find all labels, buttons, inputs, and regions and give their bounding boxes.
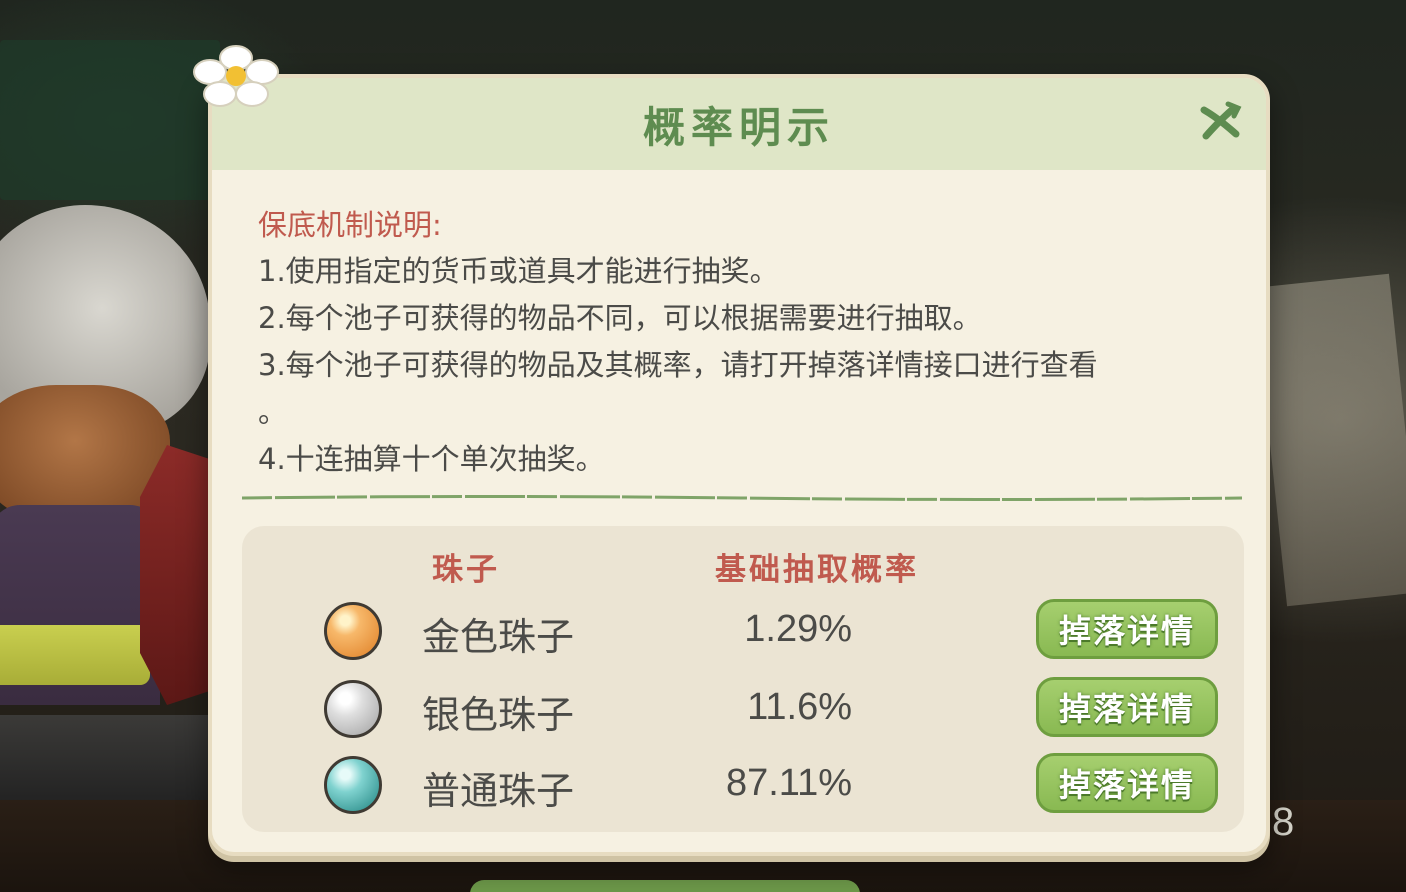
- background-green-button: [470, 880, 860, 892]
- bead-rate: 1.29%: [744, 608, 852, 650]
- table-row: 银色珠子 11.6% 掉落详情: [242, 672, 1244, 746]
- silver-bead-icon: [324, 680, 382, 738]
- bead-name: 普通珠子: [422, 769, 575, 813]
- section-divider: [242, 495, 1242, 501]
- gold-bead-icon: [324, 602, 382, 660]
- background-counter-number: 8: [1272, 800, 1295, 844]
- close-x-icon: [1200, 101, 1242, 140]
- bead-rate: 11.6%: [747, 686, 852, 728]
- elder-character: [0, 195, 240, 715]
- rules-line: 2.每个池子可获得的物品不同，可以根据需要进行抽取。: [258, 301, 982, 335]
- dialog-header: 概率明示: [212, 78, 1266, 170]
- column-header-rate: 基础抽取概率: [715, 552, 919, 588]
- background-paper: [1253, 273, 1406, 607]
- rules-line: 3.每个池子可获得的物品及其概率，请打开掉落详情接口进行查看: [258, 348, 1098, 382]
- drop-details-button[interactable]: 掉落详情: [1036, 599, 1218, 659]
- probability-dialog: 概率明示 保底机制说明: 1.使用指定的货币或道具才能进行抽奖。 2.每个池子可…: [208, 74, 1270, 856]
- bead-name: 银色珠子: [422, 693, 575, 737]
- rules-line: 4.十连抽算十个单次抽奖。: [258, 442, 605, 476]
- bead-rate: 87.11%: [725, 762, 852, 804]
- character-sash: [0, 625, 150, 685]
- rules-line: 1.使用指定的货币或道具才能进行抽奖。: [258, 254, 779, 288]
- daisy-flower-icon: [193, 45, 279, 107]
- column-header-bead: 珠子: [432, 552, 500, 588]
- common-bead-icon: [324, 756, 382, 814]
- probability-table: 珠子 基础抽取概率 金色珠子 1.29% 掉落详情 银色珠子 11.6% 掉落详…: [242, 526, 1244, 832]
- table-row: 金色珠子 1.29% 掉落详情: [242, 594, 1244, 668]
- background-counter: [0, 715, 230, 805]
- table-row: 普通珠子 87.11% 掉落详情: [242, 748, 1244, 822]
- bead-name: 金色珠子: [422, 615, 575, 659]
- drop-details-button[interactable]: 掉落详情: [1036, 677, 1218, 737]
- dialog-title: 概率明示: [642, 102, 835, 152]
- close-button[interactable]: [1196, 98, 1244, 146]
- drop-details-button[interactable]: 掉落详情: [1036, 753, 1218, 813]
- rules-line: 。: [258, 395, 288, 429]
- rules-heading: 保底机制说明:: [258, 208, 442, 242]
- rules-section: 保底机制说明: 1.使用指定的货币或道具才能进行抽奖。 2.每个池子可获得的物品…: [258, 202, 1238, 483]
- background-chalkboard: [0, 40, 220, 200]
